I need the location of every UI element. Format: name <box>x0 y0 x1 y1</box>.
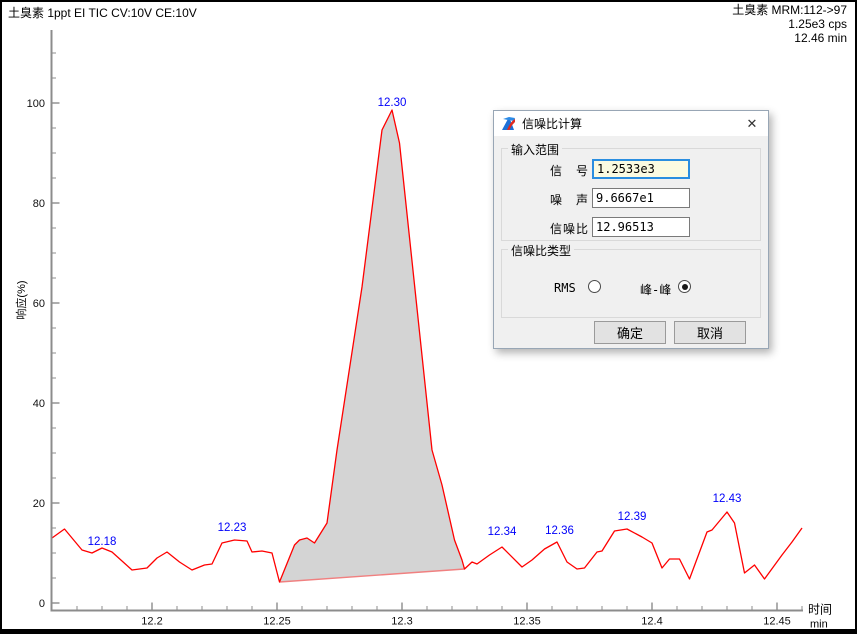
snr-dialog: 信噪比计算 ✕ 输入范围 信 号 噪 声 信噪比 信噪比类型 RMS <box>493 110 769 349</box>
svg-text:min: min <box>810 619 828 631</box>
svg-text:12.30: 12.30 <box>378 97 407 109</box>
svg-text:12.34: 12.34 <box>488 526 517 538</box>
app-window: 土臭素 1ppt EI TIC CV:10V CE:10V 土臭素 MRM:11… <box>0 0 857 634</box>
snr-label: 信噪比 <box>502 220 589 237</box>
svg-text:40: 40 <box>33 398 45 410</box>
signal-input[interactable] <box>592 159 690 179</box>
close-icon[interactable]: ✕ <box>736 111 768 136</box>
svg-text:20: 20 <box>33 498 45 510</box>
sample-info-header: 土臭素 1ppt EI TIC CV:10V CE:10V <box>8 4 197 21</box>
snr-type-options: RMS 峰-峰 <box>502 280 760 294</box>
app-logo-icon <box>501 116 516 131</box>
svg-text:12.45: 12.45 <box>763 616 791 628</box>
trace-info-header: 土臭素 MRM:112->97 1.25e3 cps 12.46 min <box>732 3 847 45</box>
input-range-group-title: 输入范围 <box>508 141 562 158</box>
svg-text:12.39: 12.39 <box>618 511 647 523</box>
svg-text:12.36: 12.36 <box>545 525 574 537</box>
svg-text:0: 0 <box>39 598 45 610</box>
rms-radio[interactable] <box>588 280 601 293</box>
svg-text:60: 60 <box>33 298 45 310</box>
svg-text:12.3: 12.3 <box>391 616 412 628</box>
dialog-titlebar[interactable]: 信噪比计算 ✕ <box>494 111 768 136</box>
ok-button[interactable]: 确定 <box>594 321 666 344</box>
trace-intensity: 1.25e3 cps <box>732 17 847 31</box>
dialog-title: 信噪比计算 <box>522 115 582 132</box>
svg-text:12.25: 12.25 <box>263 616 291 628</box>
svg-text:12.35: 12.35 <box>513 616 541 628</box>
svg-text:时间: 时间 <box>808 603 832 617</box>
svg-text:12.4: 12.4 <box>641 616 662 628</box>
svg-text:响应(%): 响应(%) <box>14 280 28 319</box>
svg-text:12.23: 12.23 <box>218 522 247 534</box>
snr-row: 信噪比 <box>502 217 760 237</box>
svg-text:12.2: 12.2 <box>141 616 162 628</box>
noise-input[interactable] <box>592 188 690 208</box>
svg-text:100: 100 <box>27 98 45 110</box>
trace-retention-time: 12.46 min <box>732 31 847 45</box>
cancel-button[interactable]: 取消 <box>674 321 746 344</box>
peak-peak-option-label: 峰-峰 <box>640 281 671 298</box>
snr-type-group: 信噪比类型 RMS 峰-峰 <box>501 249 761 318</box>
svg-text:12.43: 12.43 <box>713 493 742 505</box>
trace-title: 土臭素 MRM:112->97 <box>732 3 847 17</box>
snr-input[interactable] <box>592 217 690 237</box>
snr-type-group-title: 信噪比类型 <box>508 242 574 259</box>
peak-peak-radio[interactable] <box>678 280 691 293</box>
input-range-group: 输入范围 信 号 噪 声 信噪比 <box>501 148 761 241</box>
signal-row: 信 号 <box>502 159 760 179</box>
rms-option-label: RMS <box>554 281 576 295</box>
svg-text:80: 80 <box>33 198 45 210</box>
noise-label: 噪 声 <box>502 191 589 208</box>
svg-text:12.18: 12.18 <box>88 536 117 548</box>
signal-label: 信 号 <box>502 162 589 179</box>
noise-row: 噪 声 <box>502 188 760 208</box>
